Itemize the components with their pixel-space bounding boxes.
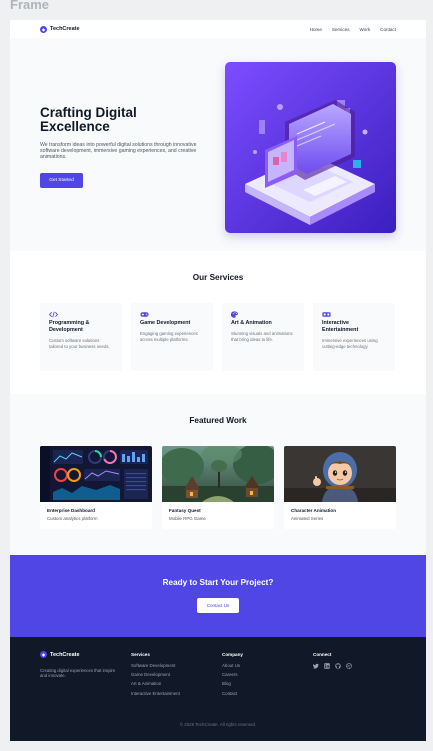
service-name: Game Development bbox=[140, 320, 191, 326]
linkedin-icon[interactable] bbox=[324, 663, 330, 669]
page: ◆ TechCreate Home Services Work Contact … bbox=[10, 20, 426, 741]
service-desc: Custom software solutions tailored to yo… bbox=[49, 338, 110, 349]
service-card-art[interactable]: Art & Animation Stunning visuals and ani… bbox=[222, 303, 304, 371]
service-name: Programming & Development bbox=[49, 320, 90, 333]
copyright: © 2025 TechCreate. All rights reserved. bbox=[179, 722, 257, 727]
service-card-interactive[interactable]: Interactive Entertainment Immersive expe… bbox=[313, 303, 395, 371]
footer-company-column: Company About Us Careers Blog Contact bbox=[222, 652, 243, 700]
frame-label: Frame bbox=[10, 0, 50, 12]
service-name: Interactive Entertainment bbox=[322, 320, 359, 333]
footer-connect-heading: Connect bbox=[313, 652, 332, 657]
nav-link-home[interactable]: Home bbox=[310, 27, 322, 32]
nav-link-services[interactable]: Services bbox=[332, 27, 350, 32]
service-desc: Stunning visuals and animations that bri… bbox=[231, 331, 293, 342]
footer-link-art-animation[interactable]: Art & Animation bbox=[131, 681, 180, 690]
service-card-programming[interactable]: Programming & Development Custom softwar… bbox=[40, 303, 122, 371]
techcreate-logo-icon: ◆ bbox=[40, 25, 47, 33]
get-started-button[interactable]: Get Started bbox=[40, 173, 83, 188]
cta-title: Ready to Start Your Project? bbox=[162, 578, 274, 587]
footer-link-software-development[interactable]: Software Development bbox=[131, 663, 180, 672]
top-nav: ◆ TechCreate Home Services Work Contact bbox=[10, 20, 426, 38]
hero-subtitle: We transform ideas into powerful digital… bbox=[40, 142, 197, 161]
twitter-icon[interactable] bbox=[313, 663, 319, 669]
footer: ◆ TechCreate Creating digital experience… bbox=[10, 637, 426, 741]
dashboard-thumbnail bbox=[40, 446, 152, 502]
footer-link-careers[interactable]: Careers bbox=[222, 672, 243, 681]
service-desc: Engaging gaming experiences across multi… bbox=[140, 331, 198, 342]
work-card-character[interactable]: Character Animation Animated Series bbox=[284, 446, 396, 529]
cta-section: Ready to Start Your Project? Contact Us bbox=[10, 555, 426, 637]
footer-services-heading: Services bbox=[131, 652, 150, 657]
services-title: Our Services bbox=[192, 273, 244, 282]
footer-link-about-us[interactable]: About Us bbox=[222, 663, 243, 672]
work-card-fantasy[interactable]: Fantasy Quest Mobile RPG Game bbox=[162, 446, 274, 529]
footer-tagline: Creating digital experiences that inspir… bbox=[40, 668, 116, 678]
brand[interactable]: ◆ TechCreate bbox=[40, 25, 80, 33]
techcreate-logo-icon: ◆ bbox=[40, 651, 47, 658]
footer-link-game-development[interactable]: Game Development bbox=[131, 672, 180, 681]
work-subtitle: Mobile RPG Game bbox=[169, 516, 206, 521]
gamepad-icon bbox=[140, 312, 149, 317]
footer-connect-column: Connect bbox=[313, 652, 352, 669]
palette-icon bbox=[231, 311, 238, 318]
github-icon[interactable] bbox=[335, 663, 341, 669]
work-name: Character Animation bbox=[291, 508, 337, 513]
vr-headset-icon bbox=[322, 312, 331, 317]
featured-work-section: Featured Work Enterprise Dashboard Custo… bbox=[10, 394, 426, 555]
code-icon bbox=[49, 311, 58, 318]
work-subtitle: Animated Series bbox=[291, 516, 324, 521]
isometric-computer-illustration bbox=[225, 62, 396, 233]
footer-link-interactive-entertainment[interactable]: Interactive Entertainment bbox=[131, 691, 180, 700]
footer-brand-name: TechCreate bbox=[50, 651, 80, 658]
work-subtitle: Custom analytics platform bbox=[47, 516, 98, 521]
service-desc: Immersive experiences using cutting-edge… bbox=[322, 338, 378, 349]
hero-section: Crafting Digital Excellence We transform… bbox=[10, 38, 426, 251]
service-name: Art & Animation bbox=[231, 320, 272, 326]
footer-brand[interactable]: ◆ TechCreate bbox=[40, 651, 80, 658]
footer-services-column: Services Software Development Game Devel… bbox=[131, 652, 180, 700]
nav-link-contact[interactable]: Contact bbox=[380, 27, 396, 32]
fantasy-village-thumbnail bbox=[162, 446, 274, 502]
services-section: Our Services Programming & Development C… bbox=[10, 251, 426, 394]
character-thumbnail bbox=[284, 446, 396, 502]
service-card-game[interactable]: Game Development Engaging gaming experie… bbox=[131, 303, 213, 371]
footer-link-contact[interactable]: Contact bbox=[222, 691, 243, 700]
nav-link-work[interactable]: Work bbox=[360, 27, 371, 32]
nav-links: Home Services Work Contact bbox=[310, 27, 396, 32]
footer-link-blog[interactable]: Blog bbox=[222, 681, 243, 690]
work-card-dashboard[interactable]: Enterprise Dashboard Custom analytics pl… bbox=[40, 446, 152, 529]
work-name: Enterprise Dashboard bbox=[47, 508, 95, 513]
dribbble-icon[interactable] bbox=[346, 663, 352, 669]
work-name: Fantasy Quest bbox=[169, 508, 201, 513]
featured-work-title: Featured Work bbox=[189, 416, 247, 425]
brand-name: TechCreate bbox=[50, 26, 80, 32]
footer-company-heading: Company bbox=[222, 652, 243, 657]
contact-us-button[interactable]: Contact Us bbox=[197, 598, 239, 613]
hero-title: Crafting Digital Excellence bbox=[40, 105, 137, 134]
social-links bbox=[313, 663, 352, 669]
